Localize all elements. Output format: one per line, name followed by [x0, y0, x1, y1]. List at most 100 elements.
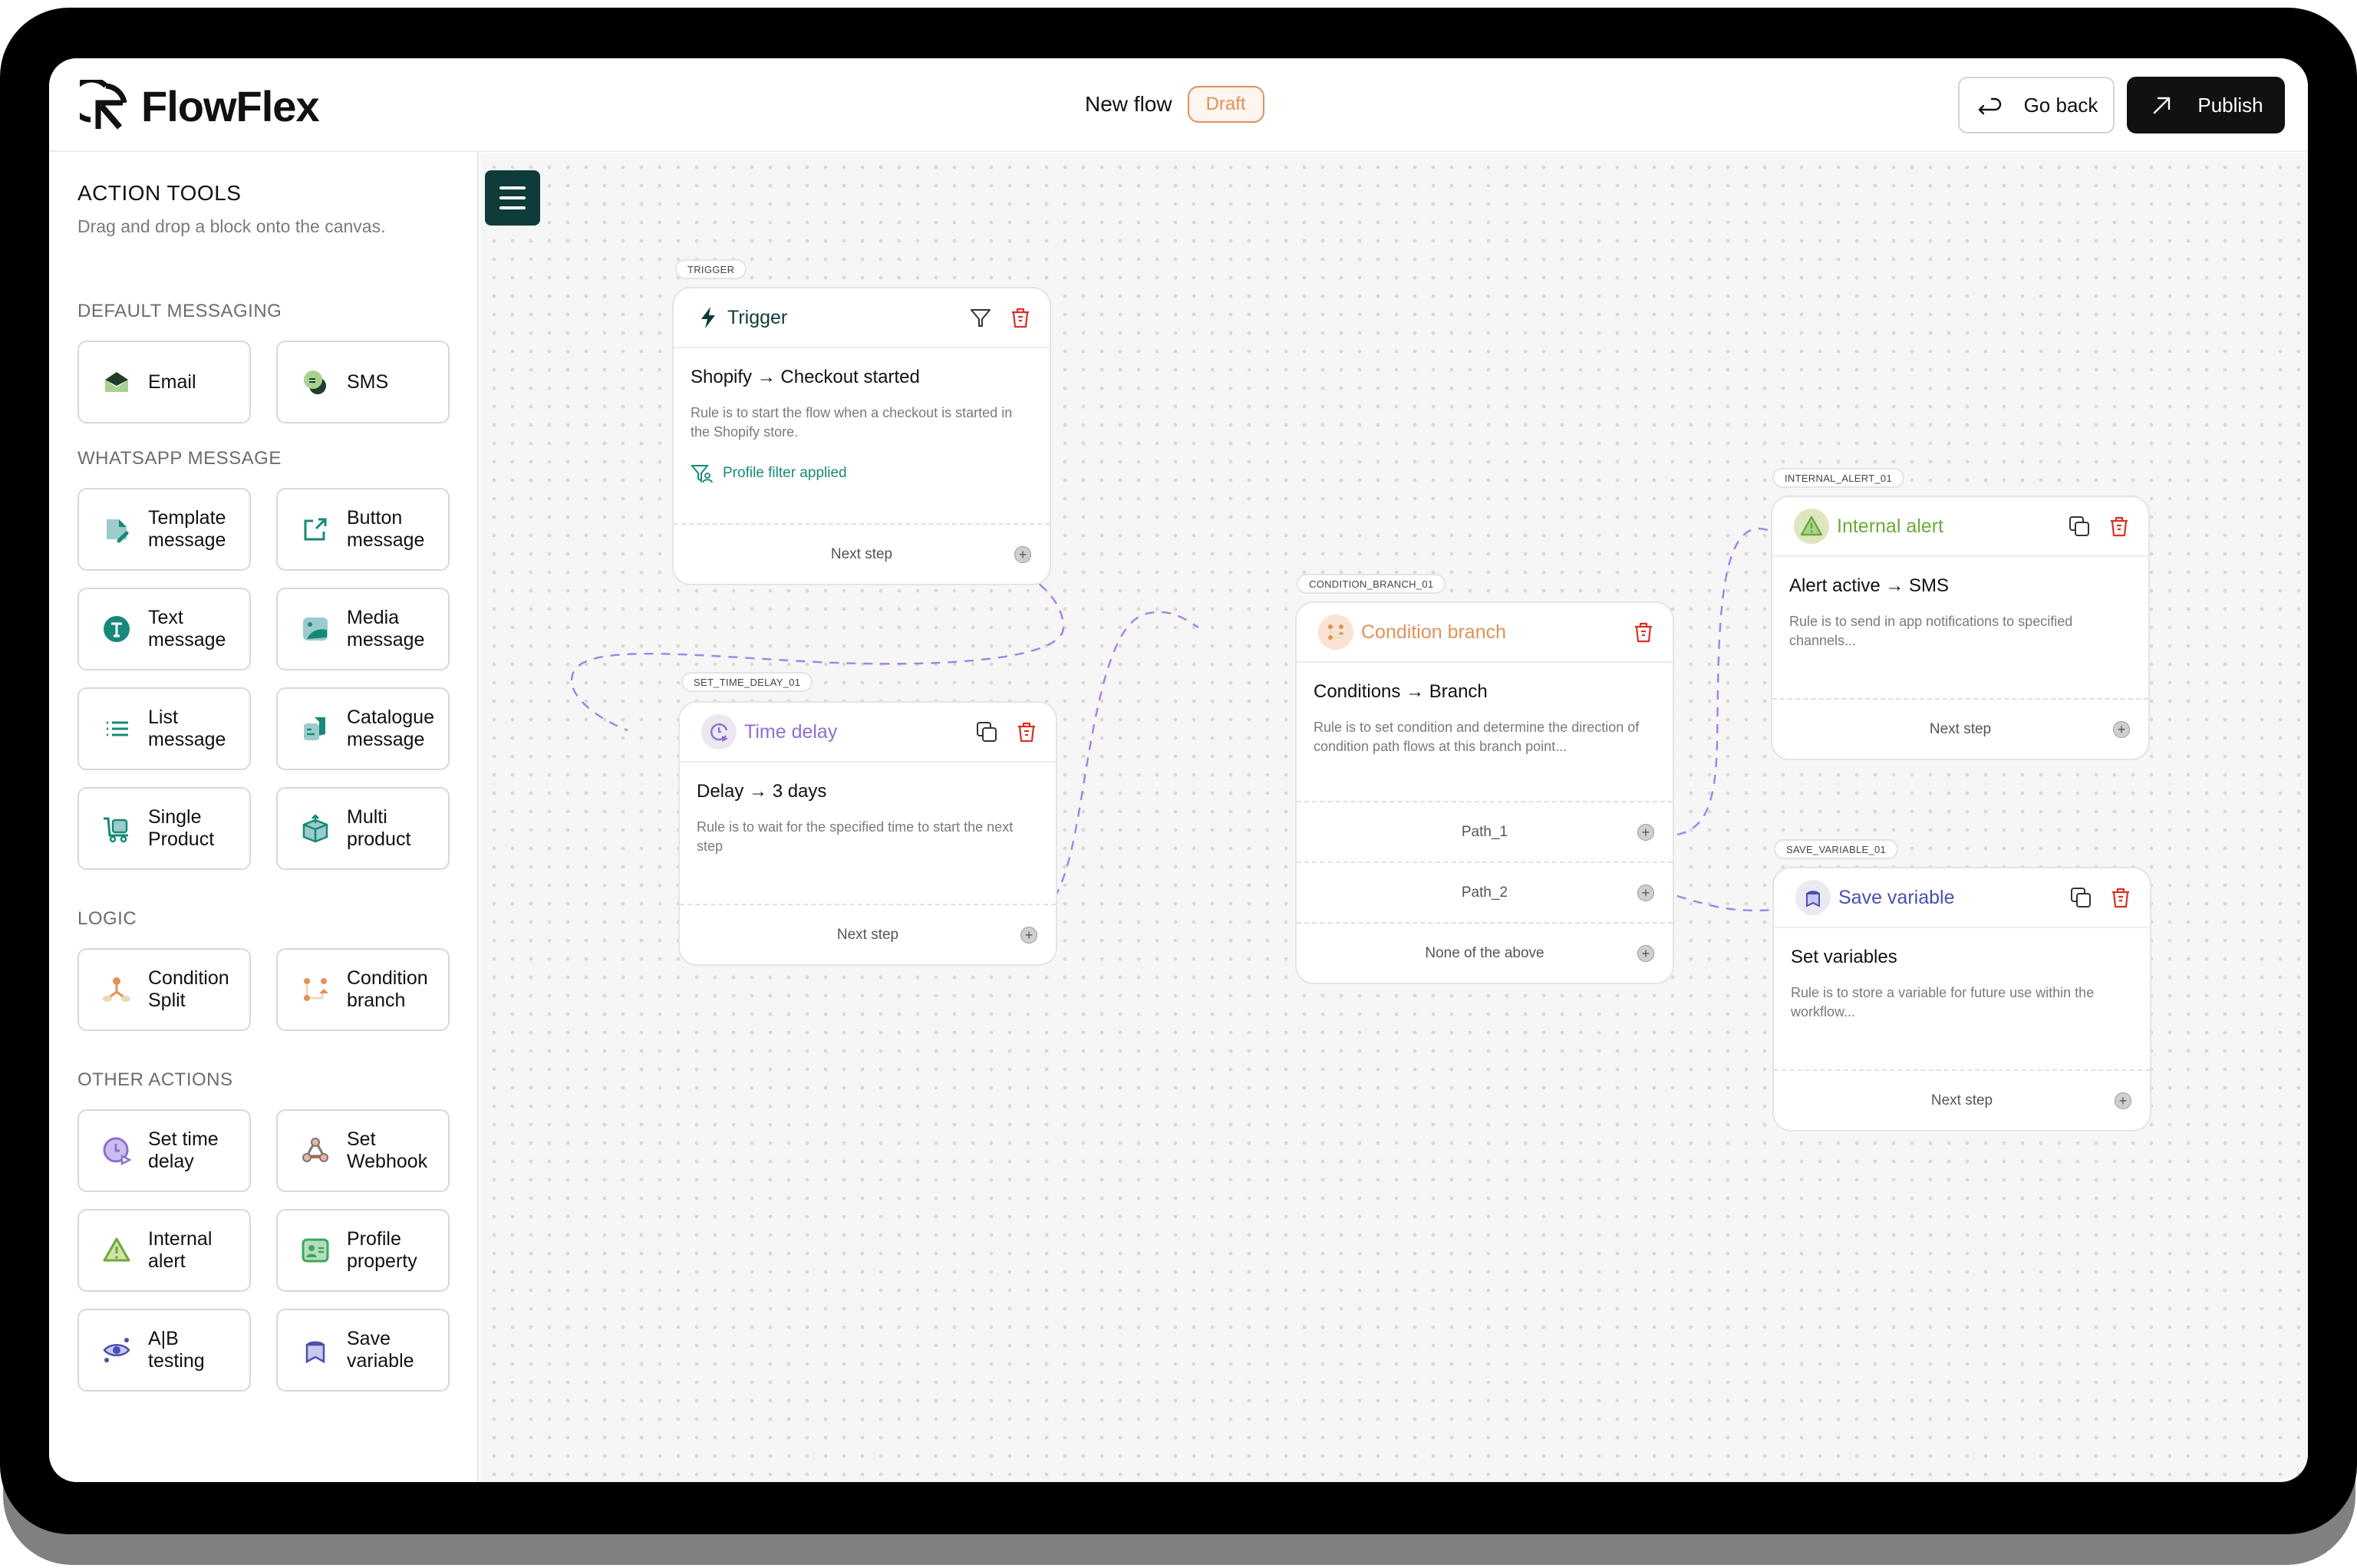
tool-profile-property[interactable]: Profile property	[276, 1209, 450, 1292]
delete-icon[interactable]	[1014, 720, 1039, 744]
tool-text-message[interactable]: Text message	[77, 588, 251, 670]
add-step-icon[interactable]: +	[1014, 545, 1031, 563]
node-time-delay[interactable]: Time delay Delay → 3 days Rule is to wai…	[678, 701, 1057, 966]
go-back-button[interactable]: Go back	[1958, 77, 2115, 133]
tool-email[interactable]: Email	[77, 341, 251, 423]
add-step-icon[interactable]: +	[2115, 1092, 2131, 1109]
next-step-label: Next step	[830, 545, 893, 562]
tool-label: Media message	[347, 607, 425, 651]
tool-condition-branch[interactable]: Condition branch	[276, 948, 450, 1031]
add-step-icon[interactable]: +	[1637, 944, 1654, 962]
add-step-icon[interactable]: +	[1020, 926, 1037, 944]
add-step-icon[interactable]: +	[1637, 823, 1654, 841]
tool-set-time-delay[interactable]: Set time delay	[77, 1109, 251, 1192]
tool-label: A|B testing	[148, 1328, 205, 1372]
tool-label: Single Product	[148, 806, 215, 850]
canvas-menu-button[interactable]	[485, 170, 540, 226]
publish-button[interactable]: Publish	[2127, 77, 2285, 133]
app-window: FlowFlex New flow Draft Go back Publish …	[49, 58, 2308, 1482]
tool-condition-split[interactable]: Condition Split	[77, 948, 251, 1031]
bookmark-icon	[301, 1336, 330, 1365]
add-step-icon[interactable]: +	[2113, 720, 2130, 738]
add-step-icon[interactable]: +	[1637, 884, 1654, 901]
duplicate-icon[interactable]	[2067, 514, 2092, 539]
alert-icon	[1794, 509, 1829, 544]
node-description: Rule is to set condition and determine t…	[1314, 720, 1640, 754]
condition-split-icon	[102, 975, 131, 1004]
node-body: Delay → 3 days Rule is to wait for the s…	[680, 763, 1056, 904]
bookmark-icon	[1795, 880, 1831, 915]
tool-label: Set Webhook	[347, 1128, 428, 1172]
delete-icon[interactable]	[1008, 305, 1033, 330]
menu-icon-bar	[499, 206, 526, 209]
path-label: None of the above	[1425, 944, 1544, 961]
condition-branch-icon	[1318, 614, 1353, 650]
condition-branch-icon	[301, 975, 330, 1004]
clock-icon	[701, 714, 737, 749]
duplicate-icon[interactable]	[2069, 885, 2093, 910]
menu-icon-bar	[499, 186, 526, 189]
next-step-row: Next step +	[674, 523, 1050, 584]
tool-label: Set time delay	[148, 1128, 219, 1172]
next-step-label: Next step	[1930, 1092, 1993, 1108]
section-other-actions: OTHER ACTIONS	[77, 1069, 233, 1090]
tool-list-message[interactable]: List message	[77, 687, 251, 770]
tool-label: Catalogue message	[347, 707, 434, 750]
sidebar-title: ACTION TOOLS	[77, 181, 242, 205]
node-internal-alert[interactable]: Internal alert Alert active → SMS Rule i…	[1771, 496, 2150, 760]
path-label: Path_2	[1461, 884, 1508, 901]
tool-template-message[interactable]: Template message	[77, 488, 251, 571]
delete-icon[interactable]	[1631, 620, 1656, 644]
next-step-label: Next step	[836, 926, 899, 943]
profile-filter-link[interactable]: Profile filter applied	[691, 463, 1033, 483]
filter-icon[interactable]	[968, 305, 993, 330]
connector-path2-to-save-variable[interactable]	[1676, 894, 1773, 912]
delete-icon[interactable]	[2108, 885, 2133, 910]
flow-title-area: New flow Draft	[1085, 86, 1264, 123]
status-badge: Draft	[1187, 86, 1264, 123]
path-row: Path_1 +	[1297, 801, 1673, 861]
delete-icon[interactable]	[2107, 514, 2131, 539]
tool-button-message[interactable]: Button message	[276, 488, 450, 571]
catalogue-message-icon	[301, 714, 330, 743]
tool-internal-alert[interactable]: Internal alert	[77, 1209, 251, 1292]
node-save-variable[interactable]: Save variable Set variables Rule is to s…	[1772, 867, 2151, 1132]
flowflex-logo-icon	[80, 80, 127, 130]
flow-title[interactable]: New flow	[1085, 92, 1172, 117]
tool-single-product[interactable]: Single Product	[77, 787, 251, 870]
tool-label: Condition branch	[347, 967, 428, 1011]
node-condition-branch[interactable]: Condition branch Conditions → Branch Rul…	[1295, 601, 1674, 984]
node-tag-condition-branch: CONDITION_BRANCH_01	[1297, 574, 1446, 594]
connector-path1-to-alert[interactable]	[1676, 528, 1773, 836]
tool-multi-product[interactable]: Multi product	[276, 787, 450, 870]
ab-testing-icon	[102, 1336, 131, 1365]
node-rule: Conditions → Branch	[1314, 681, 1488, 702]
tool-label: Profile property	[347, 1228, 417, 1272]
section-logic: LOGIC	[77, 908, 137, 929]
publish-label: Publish	[2197, 93, 2263, 117]
node-rule: Set variables	[1791, 947, 1897, 967]
tool-sms[interactable]: SMS	[276, 341, 450, 423]
tool-ab-testing[interactable]: A|B testing	[77, 1309, 251, 1392]
tool-catalogue-message[interactable]: Catalogue message	[276, 687, 450, 770]
text-message-icon	[102, 614, 131, 644]
flow-canvas[interactable]: TRIGGER Trigger Shopify → Checkout start…	[480, 153, 2308, 1482]
tool-label: Multi product	[347, 806, 411, 850]
duplicate-icon[interactable]	[974, 720, 999, 744]
tool-label: Email	[148, 371, 196, 393]
tool-label: List message	[148, 707, 226, 750]
tool-label: Template message	[148, 507, 226, 551]
tool-set-webhook[interactable]: Set Webhook	[276, 1109, 450, 1192]
button-message-icon	[301, 515, 330, 544]
menu-icon-bar	[499, 196, 526, 199]
node-trigger[interactable]: Trigger Shopify → Checkout started Rule …	[672, 287, 1051, 585]
next-step-row: Next step +	[1774, 1069, 2150, 1130]
logo[interactable]: FlowFlex	[80, 80, 320, 132]
node-title: Save variable	[1838, 886, 1955, 908]
tool-save-variable[interactable]: Save variable	[276, 1309, 450, 1392]
node-title: Trigger	[727, 306, 788, 328]
app-name: FlowFlex	[141, 81, 320, 130]
node-header: Save variable	[1774, 868, 2150, 928]
tool-label: Text message	[148, 607, 226, 651]
tool-media-message[interactable]: Media message	[276, 588, 450, 670]
